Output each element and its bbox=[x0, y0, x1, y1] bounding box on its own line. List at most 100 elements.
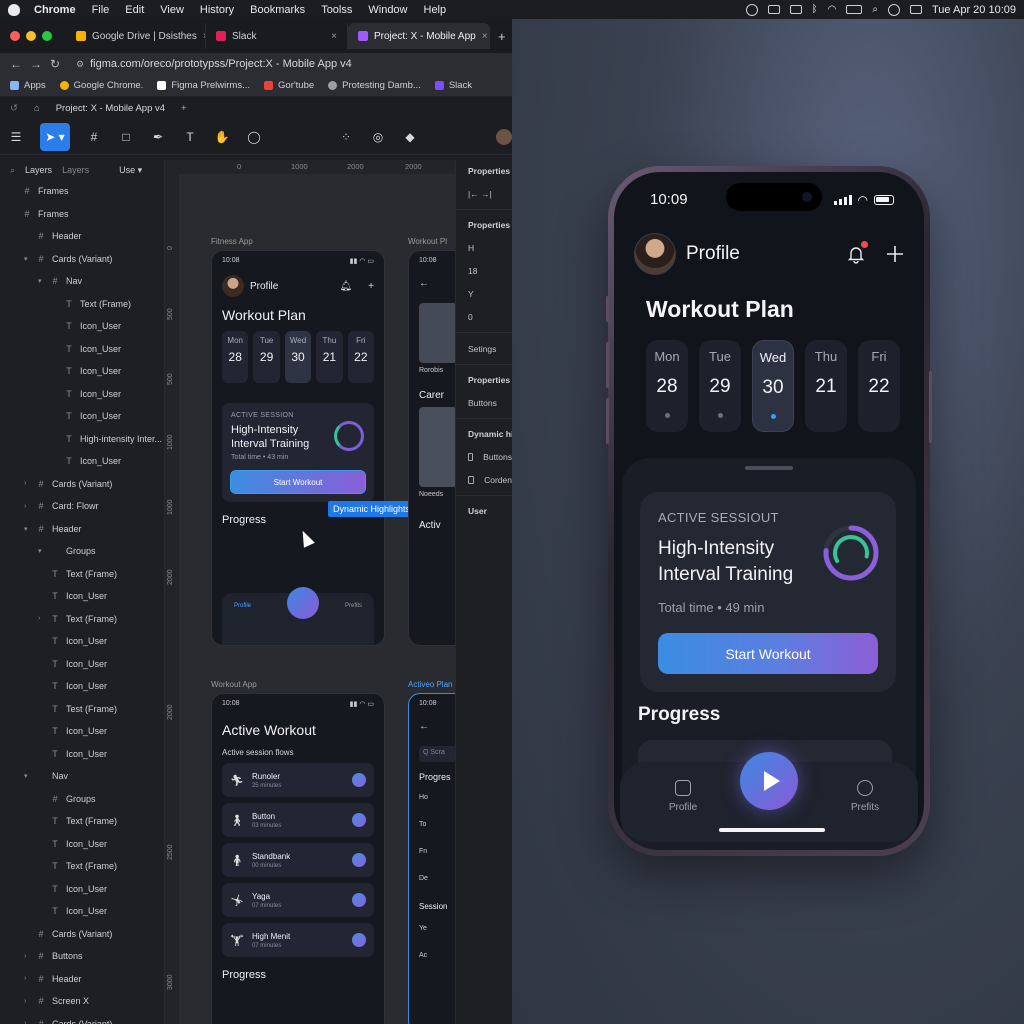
main-menu-icon[interactable]: ☰ bbox=[8, 129, 24, 145]
property-row[interactable]: Corden bbox=[456, 468, 512, 491]
layer-expand-icon[interactable]: ▾ bbox=[24, 525, 30, 533]
components-icon[interactable]: ⁘ bbox=[338, 129, 354, 145]
site-info-icon[interactable]: ⚙ bbox=[76, 59, 84, 70]
property-row[interactable]: |← →| bbox=[456, 182, 512, 205]
layer-expand-icon[interactable]: › bbox=[24, 480, 30, 487]
layers-search-icon[interactable]: ⌕ bbox=[10, 165, 15, 176]
layer-row[interactable]: T Icon_User bbox=[0, 675, 164, 698]
forward-icon[interactable]: → bbox=[30, 57, 42, 71]
checkbox[interactable] bbox=[468, 452, 474, 461]
bookmark-google-chrome[interactable]: Google Chrome. bbox=[59, 80, 143, 91]
property-row[interactable]: 18 bbox=[456, 259, 512, 282]
list-item[interactable]: 🏃︎ Runoler 25 minutes bbox=[222, 763, 374, 797]
menu-window[interactable]: Window bbox=[368, 4, 407, 16]
play-item-button[interactable] bbox=[352, 853, 366, 867]
siri-icon[interactable] bbox=[888, 3, 900, 16]
play-fab-button[interactable] bbox=[287, 587, 319, 619]
property-row[interactable]: Setings bbox=[456, 337, 512, 360]
start-workout-button[interactable]: Start Workout bbox=[230, 470, 366, 494]
layer-row[interactable]: T Icon_User bbox=[0, 585, 164, 608]
list-item[interactable]: 🤸︎ Yaga 07 minutes bbox=[222, 883, 374, 917]
start-workout-button[interactable]: Start Workout bbox=[658, 633, 878, 674]
menu-app-name[interactable]: Chrome bbox=[34, 4, 76, 16]
frame-workout-app[interactable]: 10:08 ▮▮ ◠ ▭ Active Workout Active sessio… bbox=[211, 693, 385, 1024]
layer-row[interactable]: T Test (Frame) bbox=[0, 698, 164, 721]
battery-icon[interactable] bbox=[846, 5, 863, 14]
new-tab-icon[interactable]: + bbox=[498, 29, 506, 44]
day-fri[interactable]: Fri 22 bbox=[347, 331, 375, 383]
layer-row[interactable]: T High-intensity Inter... bbox=[0, 428, 164, 451]
control-center-icon[interactable] bbox=[910, 5, 922, 14]
checkbox[interactable] bbox=[468, 475, 475, 484]
frame-label-active-plan[interactable]: Activeo Plan bbox=[408, 680, 452, 689]
layer-row[interactable]: T Text (Frame) bbox=[0, 563, 164, 586]
layer-row[interactable]: T Icon_User bbox=[0, 383, 164, 406]
rectangle-tool-icon[interactable]: □ bbox=[118, 129, 134, 145]
day-mon[interactable]: Mon 28 bbox=[222, 331, 249, 383]
layer-row[interactable]: # Frames bbox=[0, 180, 164, 203]
layer-row[interactable]: ▾ # Nav bbox=[0, 270, 164, 293]
tab-prefits[interactable]: Prefits bbox=[830, 780, 900, 813]
day-thu[interactable]: Thu 21 bbox=[316, 331, 343, 383]
menu-history[interactable]: History bbox=[200, 4, 234, 16]
tab-prefits[interactable]: Prefits bbox=[345, 603, 362, 609]
frame-label-workout-top[interactable]: Workout Pl bbox=[408, 237, 447, 246]
bell-icon[interactable]: 🔔︎ bbox=[339, 281, 352, 292]
tab-profile[interactable]: Profile bbox=[234, 603, 251, 609]
layer-row[interactable]: › # Header bbox=[0, 968, 164, 991]
spotlight-search-icon[interactable]: ⌕ bbox=[872, 4, 878, 15]
move-tool-icon[interactable]: ➤ ▾ bbox=[40, 122, 70, 151]
home-icon[interactable]: ⌂ bbox=[34, 103, 40, 114]
bookmark-figma[interactable]: Figma Prelwirms... bbox=[157, 80, 250, 91]
bookmark-apps[interactable]: Apps bbox=[10, 80, 46, 91]
close-tab-icon[interactable]: × bbox=[331, 31, 337, 42]
layer-row[interactable]: T Icon_User bbox=[0, 720, 164, 743]
browser-tab-figma[interactable]: Project: X - Mobile App × bbox=[348, 23, 490, 49]
layer-row[interactable]: T Icon_User bbox=[0, 900, 164, 923]
frame-label-fitness[interactable]: Fitness App bbox=[211, 237, 253, 246]
bookmark-gmail[interactable]: Gor'tube bbox=[264, 80, 314, 91]
menu-view[interactable]: View bbox=[160, 4, 184, 16]
figma-back-icon[interactable]: ↺ bbox=[10, 103, 18, 114]
pen-tool-icon[interactable]: ✒ bbox=[150, 129, 166, 145]
tab-profile[interactable]: Profile bbox=[648, 780, 718, 813]
app-status-icon[interactable] bbox=[767, 5, 780, 14]
play-item-button[interactable] bbox=[352, 933, 366, 947]
back-icon[interactable]: ← bbox=[10, 57, 22, 71]
layer-expand-icon[interactable]: › bbox=[38, 615, 44, 622]
assets-tab[interactable]: Layers bbox=[62, 165, 89, 175]
layer-row[interactable]: T Icon_User bbox=[0, 743, 164, 766]
day-mon[interactable]: Mon 28 bbox=[646, 340, 688, 432]
layer-expand-icon[interactable]: ▾ bbox=[38, 547, 44, 555]
layer-row[interactable]: T Icon_User bbox=[0, 360, 164, 383]
search-input[interactable]: Q Scra bbox=[419, 746, 455, 762]
frame-label-workout-app[interactable]: Workout App bbox=[211, 680, 257, 689]
layer-row[interactable]: # Groups bbox=[0, 788, 164, 811]
frame-workout-plan-partial[interactable]: 10:08 ← Rorobis Carer Noeeds Activ bbox=[408, 250, 455, 646]
layer-row[interactable]: T Icon_User bbox=[0, 315, 164, 338]
menu-tools[interactable]: Toolss bbox=[321, 4, 352, 16]
menu-file[interactable]: File bbox=[92, 4, 110, 16]
property-row[interactable]: H bbox=[456, 236, 512, 259]
property-row[interactable]: Buttons bbox=[456, 445, 512, 468]
layer-row[interactable]: T Text (Frame) bbox=[0, 810, 164, 833]
hand-tool-icon[interactable]: ✋ bbox=[214, 129, 230, 145]
layer-row[interactable]: T Icon_User bbox=[0, 450, 164, 473]
back-arrow-icon[interactable]: ← bbox=[409, 707, 455, 732]
notification-bell-icon[interactable] bbox=[846, 241, 868, 264]
browser-tab-drive[interactable]: Google Drive | Dsisthes × bbox=[66, 23, 206, 49]
list-item[interactable]: 🧍︎ Standbank 00 minutes bbox=[222, 843, 374, 877]
home-indicator[interactable] bbox=[719, 828, 825, 832]
play-item-button[interactable] bbox=[352, 893, 366, 907]
vpn-icon[interactable] bbox=[745, 3, 758, 16]
layer-row[interactable]: ▾ Nav bbox=[0, 765, 164, 788]
plus-icon[interactable]: + bbox=[368, 281, 374, 292]
mask-icon[interactable]: ◎ bbox=[370, 129, 386, 145]
list-item[interactable]: 🏋︎ High Menit 07 minutes bbox=[222, 923, 374, 957]
day-wed[interactable]: Wed 30 bbox=[284, 331, 312, 383]
play-item-button[interactable] bbox=[352, 813, 366, 827]
figma-file-tab[interactable]: Project: X - Mobile App v4 bbox=[56, 103, 165, 114]
day-wed[interactable]: Wed 30 bbox=[752, 340, 794, 432]
play-fab-button[interactable] bbox=[740, 752, 798, 810]
layer-expand-icon[interactable]: ▾ bbox=[24, 255, 30, 263]
